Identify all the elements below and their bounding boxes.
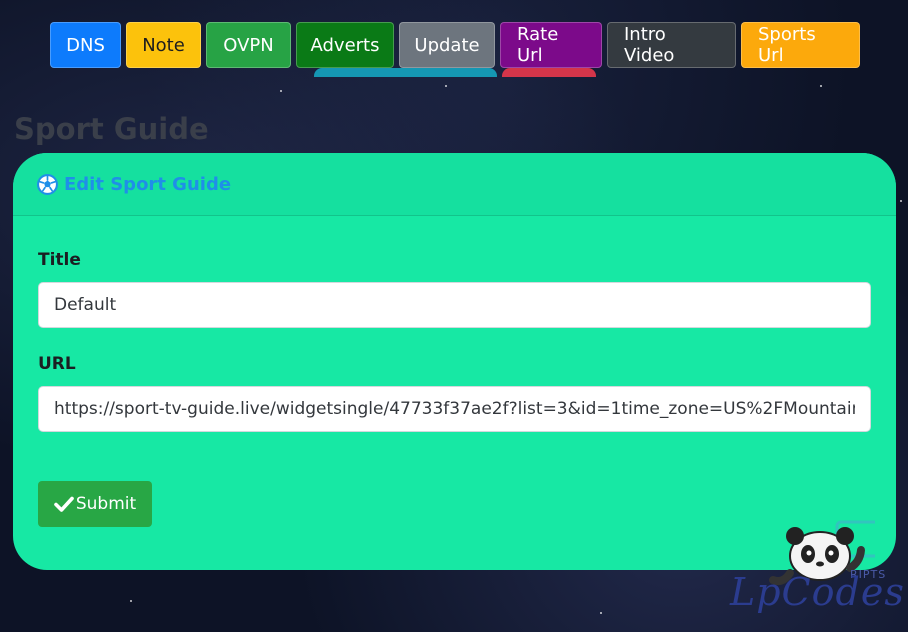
submit-button[interactable]: Submit [38,481,152,527]
url-input[interactable] [38,386,871,432]
watermark-text: LpCodes [730,570,905,614]
card-header: Edit Sport Guide [13,153,896,216]
intro-video-button[interactable]: Intro Video [607,22,736,68]
url-label: URL [38,354,76,374]
nav-underline-red [502,68,596,77]
update-button[interactable]: Update [399,22,495,68]
title-input[interactable] [38,282,871,328]
sports-url-button[interactable]: Sports Url [741,22,860,68]
page-title: Sport Guide [14,112,209,146]
nav-underline-teal [314,68,497,77]
note-button[interactable]: Note [126,22,201,68]
dns-button[interactable]: DNS [50,22,121,68]
top-nav: DNS Note OVPN Adverts Update Rate Url In… [50,22,865,68]
soccer-ball-icon [37,173,58,195]
rate-url-button[interactable]: Rate Url [500,22,602,68]
ovpn-button[interactable]: OVPN [206,22,291,68]
adverts-button[interactable]: Adverts [296,22,394,68]
lpcodes-watermark: RIPTS LpCodes [730,518,904,628]
title-label: Title [38,250,81,270]
card-header-title: Edit Sport Guide [64,173,232,195]
submit-label: Submit [75,494,137,514]
edit-sport-guide-card: Edit Sport Guide Title URL Submit [13,153,896,570]
card-body: Title URL Submit [13,248,896,527]
check-icon [54,495,74,513]
